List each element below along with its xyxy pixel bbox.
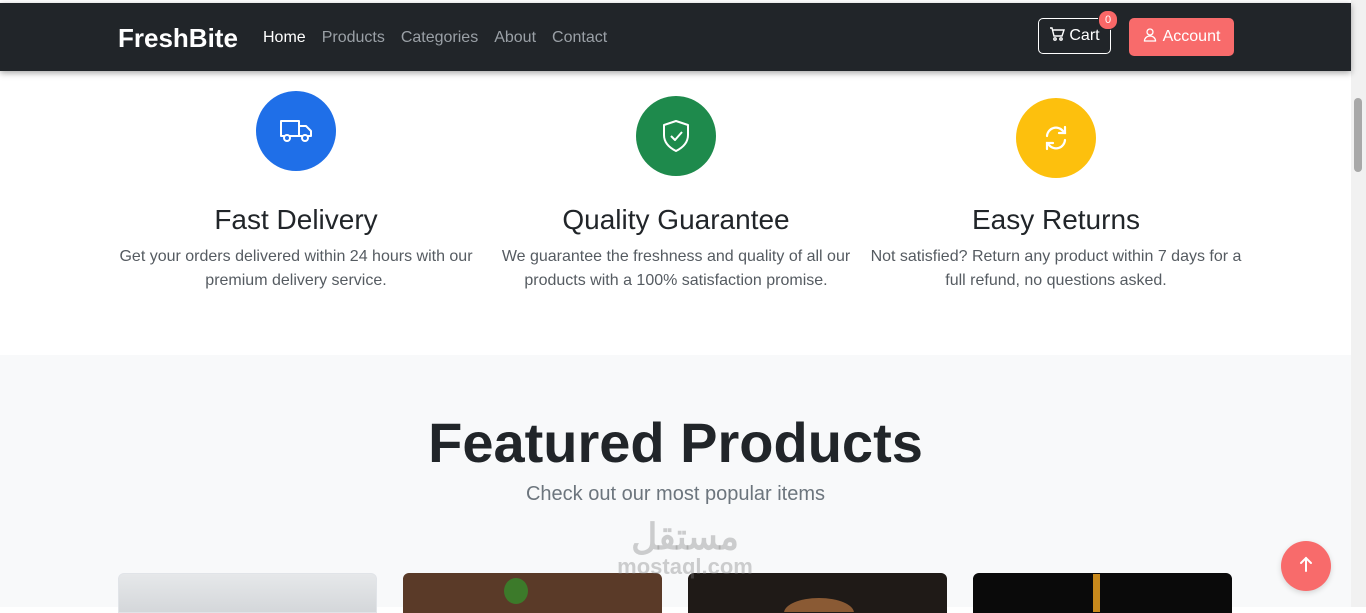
truck-icon	[256, 91, 336, 171]
arrow-up-icon	[1298, 555, 1314, 578]
product-card[interactable]	[688, 573, 947, 613]
product-card[interactable]	[973, 573, 1232, 613]
drink-straw	[1093, 574, 1100, 612]
watermark: مستقل mostaql.com	[600, 518, 770, 578]
cart-button[interactable]: Cart 0	[1038, 10, 1118, 54]
feature-title: Easy Returns	[971, 204, 1141, 235]
back-to-top-button[interactable]	[1281, 541, 1331, 591]
section-subtitle: Check out our most popular items	[525, 483, 826, 505]
feature-text: Not satisfied? Return any product within…	[870, 248, 1242, 289]
nav-link-home[interactable]: Home	[263, 29, 306, 47]
nav-link-about[interactable]: About	[494, 29, 536, 47]
features-section: Fast Delivery Get your orders delivered …	[0, 71, 1351, 355]
account-button[interactable]: Account	[1129, 18, 1234, 56]
nav-link-categories[interactable]: Categories	[401, 29, 478, 47]
watermark-arabic: مستقل	[631, 516, 739, 557]
section-title: Featured Products	[428, 411, 923, 474]
shield-check-icon	[636, 96, 716, 176]
product-card[interactable]	[403, 573, 662, 613]
navbar: FreshBite Home Products Categories About…	[0, 3, 1351, 71]
user-icon	[1143, 27, 1157, 47]
feature-title: Fast Delivery	[214, 204, 378, 235]
nav-link-contact[interactable]: Contact	[552, 29, 607, 47]
food-item	[784, 598, 854, 612]
watermark-latin: mostaql.com	[617, 554, 753, 579]
feature-text: Get your orders delivered within 24 hour…	[119, 248, 473, 289]
feature-title: Quality Guarantee	[562, 204, 790, 235]
brand-logo[interactable]: FreshBite	[118, 23, 238, 54]
account-label: Account	[1162, 28, 1221, 45]
nav-links: Home Products Categories About Contact	[263, 29, 607, 47]
cart-icon	[1049, 26, 1066, 47]
feature-text: We guarantee the freshness and quality o…	[501, 248, 851, 289]
herb-garnish	[504, 578, 528, 604]
scrollbar-thumb[interactable]	[1354, 98, 1362, 172]
cart-count-badge: 0	[1098, 10, 1118, 30]
scrollbar-track[interactable]	[1351, 0, 1366, 607]
refresh-icon	[1016, 98, 1096, 178]
nav-link-products[interactable]: Products	[322, 29, 385, 47]
product-card[interactable]	[118, 573, 377, 613]
cart-label: Cart	[1069, 27, 1100, 44]
